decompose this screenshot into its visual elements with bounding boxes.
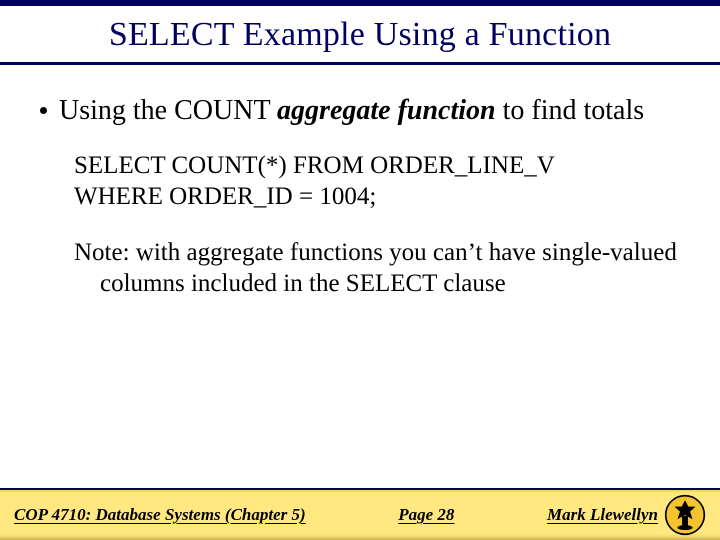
- footer-right: Mark Llewellyn: [547, 494, 706, 536]
- bullet-dot-icon: [40, 107, 47, 114]
- sql-line: SELECT COUNT(*) FROM ORDER_LINE_V: [74, 150, 680, 181]
- slide: SELECT Example Using a Function Using th…: [0, 0, 720, 540]
- footer-page: Page 28: [398, 505, 454, 525]
- title-area: SELECT Example Using a Function: [0, 6, 720, 65]
- footer-course: COP 4710: Database Systems (Chapter 5): [14, 505, 306, 525]
- note-text: Note: with aggregate functions you can’t…: [74, 237, 680, 300]
- sql-line: WHERE ORDER_ID = 1004;: [74, 181, 680, 212]
- bullet-text: Using the COUNT aggregate function to fi…: [59, 93, 680, 128]
- slide-body: Using the COUNT aggregate function to fi…: [0, 65, 720, 299]
- sql-block: SELECT COUNT(*) FROM ORDER_LINE_V WHERE …: [74, 150, 680, 213]
- bullet-text-em: aggregate function: [277, 95, 496, 126]
- slide-title: SELECT Example Using a Function: [40, 16, 680, 54]
- bullet-text-pre: Using the COUNT: [59, 95, 277, 126]
- footer-bar: COP 4710: Database Systems (Chapter 5) P…: [0, 488, 720, 540]
- ucf-logo-icon: [664, 494, 706, 536]
- bullet-item: Using the COUNT aggregate function to fi…: [40, 93, 680, 128]
- bullet-text-post: to find totals: [496, 95, 645, 126]
- footer-author: Mark Llewellyn: [547, 505, 658, 525]
